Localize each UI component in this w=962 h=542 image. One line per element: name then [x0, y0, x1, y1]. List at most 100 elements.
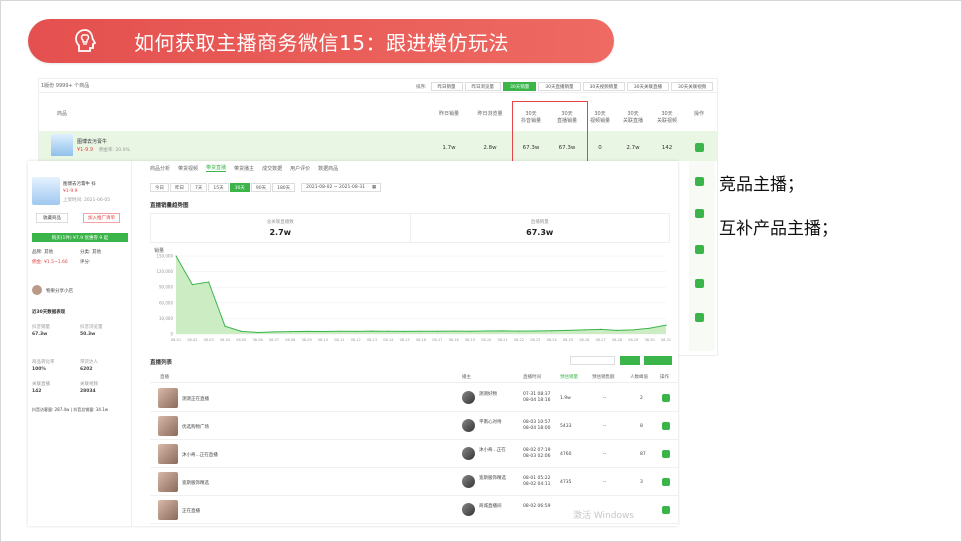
val-30d-related-video: 142: [661, 145, 673, 151]
date-7d[interactable]: 7天: [190, 183, 208, 192]
x-tick-label: 08-02: [187, 338, 197, 342]
y-tick-label: 90,000: [159, 285, 173, 290]
action-icon[interactable]: [695, 245, 704, 254]
collect-button[interactable]: 收藏商品: [36, 213, 68, 223]
live-row[interactable]: 优选购物广场 平南心对待 08-03 10:57 08-04 18:00 543…: [150, 412, 678, 440]
date-30d[interactable]: 30天: [229, 183, 250, 192]
export-button[interactable]: [644, 356, 672, 365]
product-sidebar: 图博去污膏牛 抖 ¥1-9.9 上架时间: 2021-06-05 收藏商品 加入…: [28, 161, 132, 526]
col-host: 播主: [462, 374, 471, 380]
x-tick-label: 08-05: [236, 338, 246, 342]
host-name[interactable]: 商城直播间: [479, 504, 502, 510]
x-tick-label: 08-07: [269, 338, 279, 342]
tab-product-analysis[interactable]: 商品分析: [150, 165, 170, 172]
data-point: [175, 255, 177, 257]
live-row[interactable]: 宽斯服饰精选 宽斯服饰精选 08-01 05:22 08-02 04:11 47…: [150, 468, 678, 496]
live-cover: [158, 416, 178, 436]
search-input[interactable]: [570, 356, 615, 365]
col-ops: 操作: [660, 374, 669, 380]
live-title[interactable]: 优选购物广场: [182, 424, 209, 430]
tab-data-products[interactable]: 数据商品: [318, 165, 338, 172]
date-90d[interactable]: 90天: [250, 183, 272, 192]
live-row[interactable]: 测测正在直播 测测好物 07-31 08:37 08-04 18:16 1.9w…: [150, 384, 678, 412]
live-time: 08-01 05:22 08-02 04:11: [523, 476, 551, 487]
est-sales: 5433: [560, 424, 572, 429]
action-icon[interactable]: [695, 209, 704, 218]
detail-launch-time: 上架时间: 2021-06-05: [63, 198, 111, 203]
live-title[interactable]: 沐小奇...正在直播: [182, 452, 218, 458]
tab-deals[interactable]: 成交数据: [262, 165, 282, 172]
live-cover: [158, 472, 178, 492]
tab-live[interactable]: 带货直播: [206, 164, 227, 172]
row-action-icon[interactable]: [662, 450, 670, 458]
shop-name[interactable]: 物果分享小店: [46, 288, 73, 294]
sort-30d-live-sales[interactable]: 30天直播销量: [538, 82, 581, 91]
live-time: 08-03 10:57 08-04 18:00: [523, 420, 551, 431]
data-point: [322, 330, 324, 333]
product-row[interactable]: 图博去污膏牛 ¥1-9.9 佣金率: 20.0%: [39, 131, 717, 161]
x-tick-label: 08-29: [628, 338, 638, 342]
col-peak[interactable]: 人数峰值: [630, 374, 648, 380]
sort-30d-sales[interactable]: 30天销量: [503, 82, 537, 91]
host-name[interactable]: 宽斯服饰精选: [479, 476, 506, 482]
tab-reviews[interactable]: 用户评价: [290, 165, 310, 172]
windows-watermark: 激活 Windows: [573, 511, 635, 521]
action-icon[interactable]: [695, 313, 704, 322]
action-icon[interactable]: [695, 279, 704, 288]
col-est-sales[interactable]: 预估销量: [560, 374, 578, 380]
add-promo-button[interactable]: 加入推广清单: [83, 213, 120, 223]
data-point: [665, 324, 667, 326]
live-list-header: 直播 播主 直播时间 预估销量 预估销售额 人数峰值 操作: [150, 371, 678, 383]
sort-30d-related-video[interactable]: 30天关联视频: [670, 82, 714, 91]
x-tick-label: 08-27: [596, 338, 606, 342]
x-tick-label: 08-09: [302, 338, 312, 342]
stat-live-sales: 直播销量 67.3w: [411, 214, 670, 242]
date-today[interactable]: 今日: [150, 183, 169, 192]
tab-hosts[interactable]: 带货播主: [234, 165, 254, 172]
sort-30d-video-sales[interactable]: 30天视频销量: [582, 82, 625, 91]
host-name[interactable]: 测测好物: [479, 392, 497, 398]
calendar-icon: ▦: [371, 185, 377, 190]
row-action-icon[interactable]: [662, 478, 670, 486]
y-tick-label: 0: [170, 332, 173, 337]
data-point: [632, 329, 634, 331]
date-180d[interactable]: 180天: [272, 183, 296, 192]
row-action-icon[interactable]: [662, 422, 670, 430]
live-row[interactable]: 沐小奇...正在直播 沐小奇...正在 08-02 07:19 08-03 02…: [150, 440, 678, 468]
data-point: [469, 330, 471, 332]
host-name[interactable]: 平南心对待: [479, 420, 502, 426]
x-tick-label: 08-22: [514, 338, 524, 342]
row-action-icon[interactable]: [695, 143, 704, 152]
host-name[interactable]: 沐小奇...正在: [479, 448, 506, 454]
val-30d-related-live: 2.7w: [626, 145, 640, 151]
col-est-amount[interactable]: 预估销售额: [592, 374, 615, 380]
sort-yesterday-views[interactable]: 昨日浏览量: [464, 82, 502, 91]
buy-button[interactable]: 购买(1件) ¥7.9 优惠券 9 起: [32, 233, 128, 242]
sort-yesterday-sales[interactable]: 昨日销量: [430, 82, 463, 91]
row-action-icon[interactable]: [662, 394, 670, 402]
val-yesterday-sales: 1.7w: [442, 145, 456, 151]
date-range-picker[interactable]: 2021-08-02 ~ 2021-08-31 ▦: [301, 183, 382, 192]
peak-viewers: 87: [640, 452, 646, 457]
brand-label: 品牌: 其他: [32, 250, 53, 255]
date-15d[interactable]: 15天: [208, 183, 229, 192]
note-complementary-streamers: 互补产品主播；: [719, 219, 838, 239]
date-yesterday[interactable]: 昨日: [170, 183, 189, 192]
data-point: [355, 330, 357, 332]
live-title[interactable]: 测测正在直播: [182, 396, 209, 402]
live-title[interactable]: 宽斯服饰精选: [182, 480, 209, 486]
action-icon[interactable]: [695, 177, 704, 186]
search-button[interactable]: [620, 356, 640, 365]
data-point: [485, 330, 487, 332]
data-point: [420, 330, 422, 332]
note-competitor-streamers: 竞品主播；: [719, 175, 804, 195]
x-tick-label: 08-30: [645, 338, 655, 342]
tab-videos[interactable]: 带货视频: [178, 165, 198, 172]
product-commission: 佣金率: 20.0%: [99, 148, 130, 153]
live-title[interactable]: 正在直播: [182, 508, 200, 514]
data-point: [600, 328, 602, 330]
sort-30d-related-live[interactable]: 30天关联直播: [626, 82, 669, 91]
row-action-icon[interactable]: [662, 506, 670, 514]
x-tick-label: 08-15: [400, 338, 410, 342]
est-sales: 4760: [560, 452, 572, 457]
